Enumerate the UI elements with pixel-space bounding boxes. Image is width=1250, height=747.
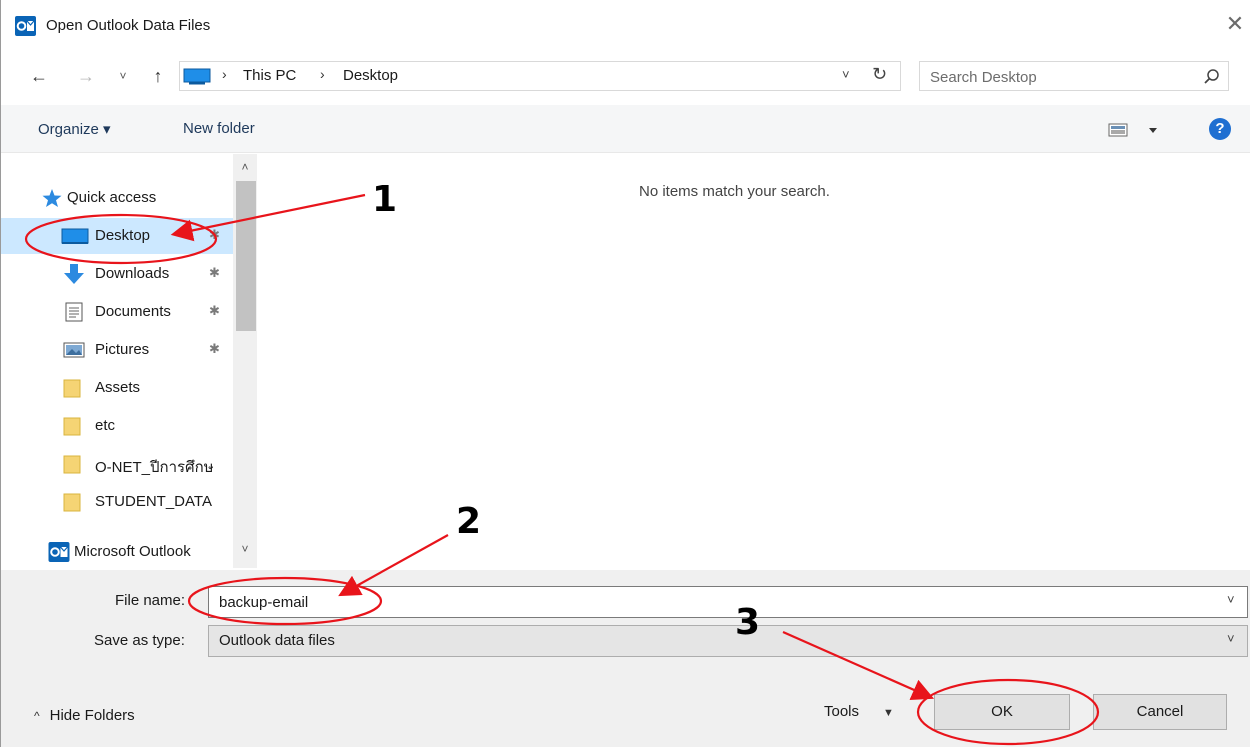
folder-icon	[63, 379, 81, 398]
tools-label: Tools	[824, 703, 860, 720]
step-number-1: 1	[372, 179, 398, 220]
download-icon	[64, 264, 84, 284]
sidebar-item-label: etc	[95, 417, 116, 434]
outlook-icon	[48, 542, 70, 562]
sidebar-item-quick-access[interactable]: Quick access	[1, 180, 233, 216]
pin-icon: ✱	[209, 341, 220, 356]
forward-button[interactable]: →	[74, 63, 98, 89]
cancel-button[interactable]: Cancel	[1093, 694, 1227, 730]
breadcrumb-separator[interactable]: ›	[320, 66, 325, 82]
search-input[interactable]	[930, 66, 1190, 88]
chevron-down-icon[interactable]: ˅	[1227, 631, 1235, 646]
navigation-row: ← → ˅ ↑ › This PC › Desktop ˅ ↻	[1, 55, 1250, 99]
scroll-up-button[interactable]: ˄	[233, 160, 257, 176]
sidebar-item-label: Downloads	[95, 265, 170, 282]
back-button[interactable]: ←	[27, 63, 51, 89]
scroll-down-button[interactable]: ˅	[233, 542, 257, 558]
sidebar-item-student-data[interactable]: STUDENT_DATA	[1, 484, 233, 520]
command-toolbar: Organize ▾ New folder ?	[1, 105, 1250, 153]
sidebar-item-microsoft-outlook[interactable]: Microsoft Outlook	[1, 534, 233, 570]
organize-button[interactable]: Organize ▾	[38, 120, 111, 138]
pictures-icon	[63, 342, 85, 358]
open-outlook-data-files-dialog: Open Outlook Data Files ✕ ← → ˅ ↑ › This…	[0, 0, 1250, 747]
desktop-icon	[61, 228, 89, 244]
address-bar[interactable]: › This PC › Desktop ˅ ↻	[179, 61, 901, 91]
bottom-panel: File name: ˅ Save as type: Outlook data …	[1, 570, 1250, 747]
search-box	[919, 61, 1229, 91]
chevron-down-icon[interactable]: ˅	[1227, 592, 1235, 607]
recent-locations-button[interactable]: ˅	[115, 63, 131, 89]
pin-icon: ✱	[209, 227, 220, 242]
chevron-up-icon: ^	[34, 709, 40, 723]
empty-folder-message: No items match your search.	[639, 183, 830, 200]
pin-icon: ✱	[209, 303, 220, 318]
scroll-thumb[interactable]	[236, 181, 256, 331]
tools-button[interactable]: Tools ▼	[824, 703, 894, 720]
sidebar-item-onet[interactable]: O-NET_ปีการศึกษ	[1, 446, 233, 482]
save-as-type-label: Save as type:	[94, 632, 185, 649]
sidebar-item-downloads[interactable]: Downloads ✱	[1, 256, 233, 292]
ok-button[interactable]: OK	[934, 694, 1070, 730]
sidebar-item-etc[interactable]: etc	[1, 408, 233, 444]
breadcrumb-separator[interactable]: ›	[222, 66, 227, 82]
address-dropdown-button[interactable]: ˅	[842, 67, 850, 82]
sidebar-item-label: O-NET_ปีการศึกษ	[95, 459, 214, 476]
sidebar-item-documents[interactable]: Documents ✱	[1, 294, 233, 330]
file-list-area[interactable]: No items match your search.	[259, 154, 1250, 570]
sidebar-item-label: STUDENT_DATA	[95, 493, 212, 510]
hide-folders-button[interactable]: ^ Hide Folders	[34, 707, 135, 724]
window-title: Open Outlook Data Files	[46, 17, 211, 34]
pin-icon: ✱	[209, 265, 220, 280]
hide-folders-label: Hide Folders	[49, 707, 135, 724]
sidebar-item-label: Pictures	[95, 341, 150, 358]
title-bar: Open Outlook Data Files ✕	[1, 0, 1250, 52]
new-folder-button[interactable]: New folder	[183, 120, 255, 137]
documents-icon	[65, 302, 83, 322]
save-as-type-select[interactable]: Outlook data files ˅	[208, 625, 1248, 657]
change-view-button[interactable]	[1107, 119, 1167, 141]
folder-icon	[63, 455, 81, 474]
sidebar-item-label: Desktop	[95, 227, 151, 244]
sidebar-item-desktop[interactable]: Desktop ✱	[1, 218, 233, 254]
sidebar-item-label: Assets	[95, 379, 141, 396]
refresh-button[interactable]: ↻	[872, 64, 887, 85]
search-icon[interactable]	[1203, 68, 1221, 86]
outlook-icon	[15, 16, 36, 36]
sidebar-item-label: Documents	[95, 303, 171, 320]
step-number-3: 3	[735, 602, 761, 643]
navigation-pane: Quick access Desktop ✱ Downloads ✱ Docum…	[1, 154, 259, 570]
sidebar-item-pictures[interactable]: Pictures ✱	[1, 332, 233, 368]
file-name-combobox: ˅	[208, 586, 1248, 618]
star-icon	[42, 189, 62, 207]
close-button[interactable]: ✕	[1223, 12, 1247, 36]
sidebar-item-assets[interactable]: Assets	[1, 370, 233, 406]
up-button[interactable]: ↑	[146, 63, 170, 89]
file-name-input[interactable]	[219, 591, 1199, 613]
navigation-scrollbar[interactable]: ˄ ˅	[233, 154, 257, 568]
breadcrumb-this-pc[interactable]: This PC	[243, 67, 296, 84]
breadcrumb-desktop[interactable]: Desktop	[343, 67, 398, 84]
folder-icon	[63, 417, 81, 436]
help-button[interactable]: ?	[1209, 118, 1231, 140]
save-as-type-value: Outlook data files	[219, 632, 335, 649]
step-number-2: 2	[456, 501, 482, 542]
this-pc-icon	[183, 68, 211, 85]
caret-down-icon: ▼	[883, 707, 894, 719]
folder-icon	[63, 493, 81, 512]
sidebar-item-label: Microsoft Outlook	[74, 543, 191, 560]
file-name-label: File name:	[115, 592, 186, 609]
sidebar-item-label: Quick access	[67, 189, 157, 206]
